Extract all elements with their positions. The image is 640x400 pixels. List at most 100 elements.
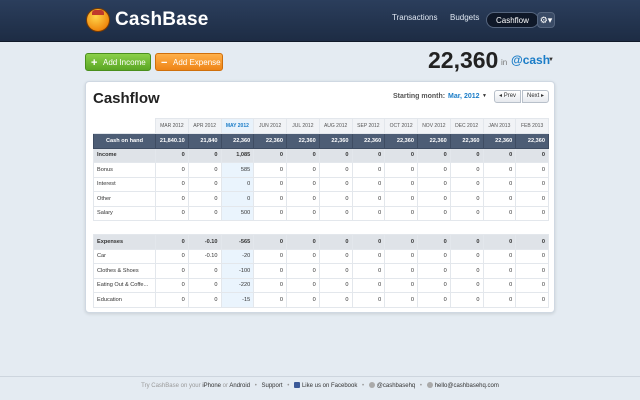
category-value[interactable]: -0.10	[187, 248, 222, 264]
category-value[interactable]: 0	[318, 248, 353, 264]
account-selector[interactable]: @cash	[511, 53, 550, 67]
category-value[interactable]: 0	[187, 162, 222, 178]
category-value[interactable]: 0	[515, 205, 549, 221]
category-value[interactable]: 0	[155, 162, 189, 178]
category-value[interactable]: -15	[220, 292, 255, 308]
category-value[interactable]: 0	[286, 292, 320, 308]
category-label[interactable]: Bonus	[93, 162, 156, 178]
category-value[interactable]: 0	[449, 205, 484, 221]
category-value[interactable]: 0	[515, 277, 549, 293]
footer-support-link[interactable]: Support	[262, 383, 283, 389]
category-value[interactable]: 0	[318, 277, 353, 293]
category-value[interactable]: 0	[515, 191, 549, 207]
category-value[interactable]: 0	[515, 248, 549, 264]
category-value[interactable]: 0	[187, 292, 222, 308]
category-value[interactable]: 0	[187, 176, 222, 192]
footer-iphone-link[interactable]: iPhone	[202, 383, 221, 389]
category-value[interactable]: 0	[482, 191, 517, 207]
category-value[interactable]: 0	[384, 248, 418, 264]
category-value[interactable]: 585	[220, 162, 255, 178]
category-value[interactable]: -20	[220, 248, 255, 264]
category-value[interactable]: 0	[351, 248, 386, 264]
category-value[interactable]: 0	[155, 248, 189, 264]
category-label[interactable]: Clothes & Shoes	[93, 263, 156, 279]
prev-button[interactable]: ◂ Prev	[494, 90, 522, 103]
category-value[interactable]: 0	[286, 263, 320, 279]
starting-month-select[interactable]: Mar, 2012	[448, 93, 480, 100]
brand-name[interactable]: CashBase	[115, 9, 208, 31]
category-value[interactable]: 0	[187, 205, 222, 221]
footer-android-link[interactable]: Android	[229, 383, 250, 389]
chevron-down-icon[interactable]: ▼	[548, 57, 554, 63]
category-value[interactable]: 0	[449, 263, 484, 279]
category-value[interactable]: 0	[286, 176, 320, 192]
category-value[interactable]: -100	[220, 263, 255, 279]
category-value[interactable]: 0	[155, 191, 189, 207]
nav-cashflow[interactable]: Cashflow	[486, 12, 539, 28]
category-label[interactable]: Interest	[93, 176, 156, 192]
category-value[interactable]: 0	[187, 263, 222, 279]
category-value[interactable]: 0	[417, 176, 451, 192]
category-label[interactable]: Salary	[93, 205, 156, 221]
category-value[interactable]: 0	[417, 191, 451, 207]
month-header[interactable]: JAN 2013	[482, 118, 517, 134]
category-value[interactable]: 0	[417, 162, 451, 178]
category-value[interactable]: 0	[286, 205, 320, 221]
category-value[interactable]: 0	[351, 205, 386, 221]
category-value[interactable]: 0	[253, 263, 287, 279]
cashbase-logo-icon[interactable]	[86, 8, 110, 32]
category-value[interactable]: 0	[384, 277, 418, 293]
footer-email-link[interactable]: hello@cashbasehq.com	[435, 383, 499, 389]
category-value[interactable]: 0	[351, 263, 386, 279]
category-value[interactable]: 0	[384, 176, 418, 192]
category-value[interactable]: 0	[318, 263, 353, 279]
category-value[interactable]: 0	[318, 162, 353, 178]
category-value[interactable]: 0	[286, 248, 320, 264]
category-value[interactable]: 0	[351, 292, 386, 308]
footer-facebook-link[interactable]: Like us on Facebook	[302, 383, 357, 389]
category-value[interactable]: 0	[449, 191, 484, 207]
category-value[interactable]: 0	[384, 162, 418, 178]
category-value[interactable]: 0	[351, 277, 386, 293]
category-value[interactable]: 0	[417, 292, 451, 308]
month-header[interactable]: MAY 2012	[220, 118, 255, 134]
nav-budgets[interactable]: Budgets	[450, 13, 479, 22]
category-value[interactable]: 0	[384, 205, 418, 221]
category-value[interactable]: 0	[449, 176, 484, 192]
category-label[interactable]: Car	[93, 248, 156, 264]
category-value[interactable]: 0	[187, 191, 222, 207]
category-value[interactable]: 0	[253, 277, 287, 293]
category-value[interactable]: 0	[286, 277, 320, 293]
category-value[interactable]: 0	[482, 277, 517, 293]
month-header[interactable]: FEB 2013	[515, 118, 549, 134]
month-header[interactable]: MAR 2012	[155, 118, 189, 134]
category-value[interactable]: 0	[220, 176, 255, 192]
month-header[interactable]: JUN 2012	[253, 118, 287, 134]
category-value[interactable]: 0	[449, 162, 484, 178]
category-value[interactable]: 0	[253, 248, 287, 264]
month-header[interactable]: OCT 2012	[384, 118, 418, 134]
category-value[interactable]: 0	[253, 205, 287, 221]
category-value[interactable]: 0	[482, 248, 517, 264]
category-value[interactable]: 0	[351, 176, 386, 192]
category-value[interactable]: 0	[351, 162, 386, 178]
footer-twitter-link[interactable]: @cashbasehq	[377, 383, 415, 389]
category-value[interactable]: 0	[253, 292, 287, 308]
category-value[interactable]: -220	[220, 277, 255, 293]
month-header[interactable]: AUG 2012	[318, 118, 353, 134]
category-value[interactable]: 0	[417, 263, 451, 279]
category-value[interactable]: 0	[318, 205, 353, 221]
category-value[interactable]: 0	[286, 162, 320, 178]
category-value[interactable]: 0	[318, 292, 353, 308]
add-income-button[interactable]: + Add Income	[85, 53, 151, 71]
category-value[interactable]: 0	[318, 176, 353, 192]
category-value[interactable]: 0	[351, 191, 386, 207]
month-header[interactable]: APR 2012	[187, 118, 222, 134]
nav-transactions[interactable]: Transactions	[392, 13, 438, 22]
category-value[interactable]: 0	[253, 176, 287, 192]
category-label[interactable]: Eating Out & Coffe...	[93, 277, 156, 293]
category-value[interactable]: 0	[515, 263, 549, 279]
category-value[interactable]: 0	[482, 176, 517, 192]
category-value[interactable]: 0	[318, 191, 353, 207]
category-value[interactable]: 0	[187, 277, 222, 293]
